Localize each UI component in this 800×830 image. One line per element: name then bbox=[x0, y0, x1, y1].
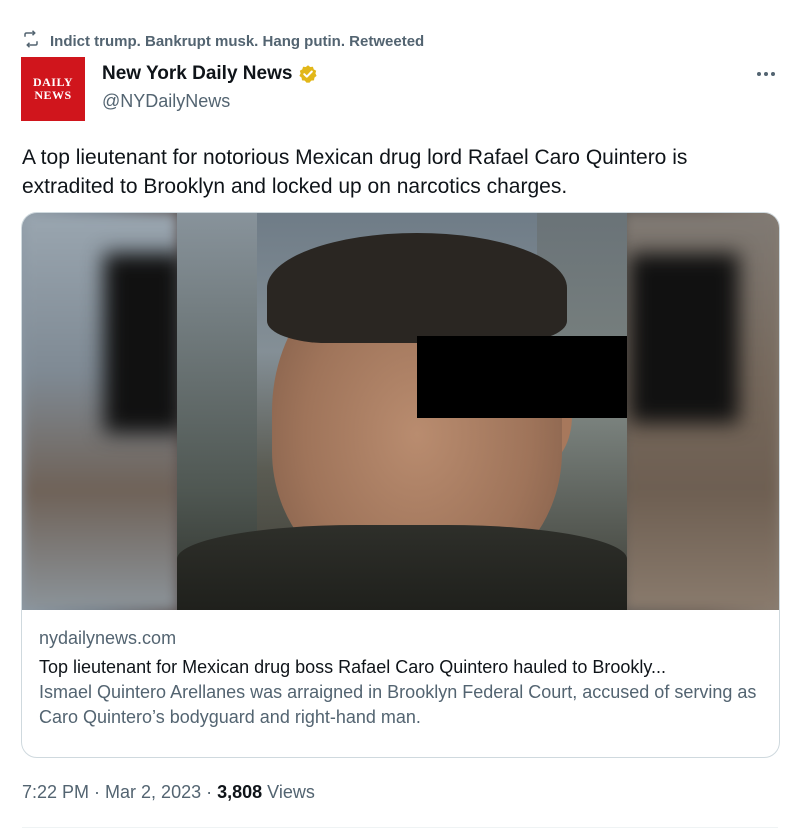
avatar-logo-line2: NEWS bbox=[34, 88, 72, 102]
image-blur-right-shape bbox=[629, 253, 739, 423]
card-image[interactable] bbox=[22, 213, 779, 610]
author-handle[interactable]: @NYDailyNews bbox=[102, 91, 230, 112]
card-title: Top lieutenant for Mexican drug boss Raf… bbox=[39, 657, 667, 677]
views-count: 3,808 bbox=[217, 782, 263, 802]
tweet-metadata: 7:22 PM · Mar 2, 2023 · 3,808 Views bbox=[22, 782, 315, 803]
portrait-photo bbox=[177, 213, 627, 610]
tweet-time[interactable]: 7:22 PM bbox=[22, 782, 89, 803]
tweet-date[interactable]: Mar 2, 2023 bbox=[105, 782, 201, 803]
image-blur-left-shape bbox=[104, 253, 184, 433]
tweet-text: A top lieutenant for notorious Mexican d… bbox=[22, 146, 688, 198]
views-label: Views bbox=[267, 782, 315, 802]
more-options-icon[interactable] bbox=[754, 62, 778, 86]
author-display-name[interactable]: New York Daily News bbox=[102, 63, 292, 85]
verified-badge-icon[interactable] bbox=[298, 64, 318, 84]
retweet-icon bbox=[22, 30, 40, 52]
card-domain: nydailynews.com bbox=[39, 628, 177, 648]
card-description: Ismael Quintero Arellanes was arraigned … bbox=[39, 682, 757, 727]
retweet-context[interactable]: Indict trump. Bankrupt musk. Hang putin.… bbox=[22, 30, 424, 52]
meta-separator: · bbox=[94, 782, 101, 802]
avatar[interactable]: DAILY NEWS bbox=[21, 57, 85, 121]
divider bbox=[22, 827, 778, 828]
meta-separator: · bbox=[206, 782, 213, 802]
photo-jacket bbox=[177, 525, 627, 610]
card-meta[interactable]: nydailynews.com Top lieutenant for Mexic… bbox=[22, 610, 779, 730]
photo-hair bbox=[267, 233, 567, 343]
censor-bar bbox=[417, 336, 627, 418]
author-name-row: New York Daily News bbox=[102, 63, 318, 85]
link-card[interactable]: nydailynews.com Top lieutenant for Mexic… bbox=[21, 212, 780, 758]
retweet-label: Indict trump. Bankrupt musk. Hang putin.… bbox=[50, 32, 425, 50]
